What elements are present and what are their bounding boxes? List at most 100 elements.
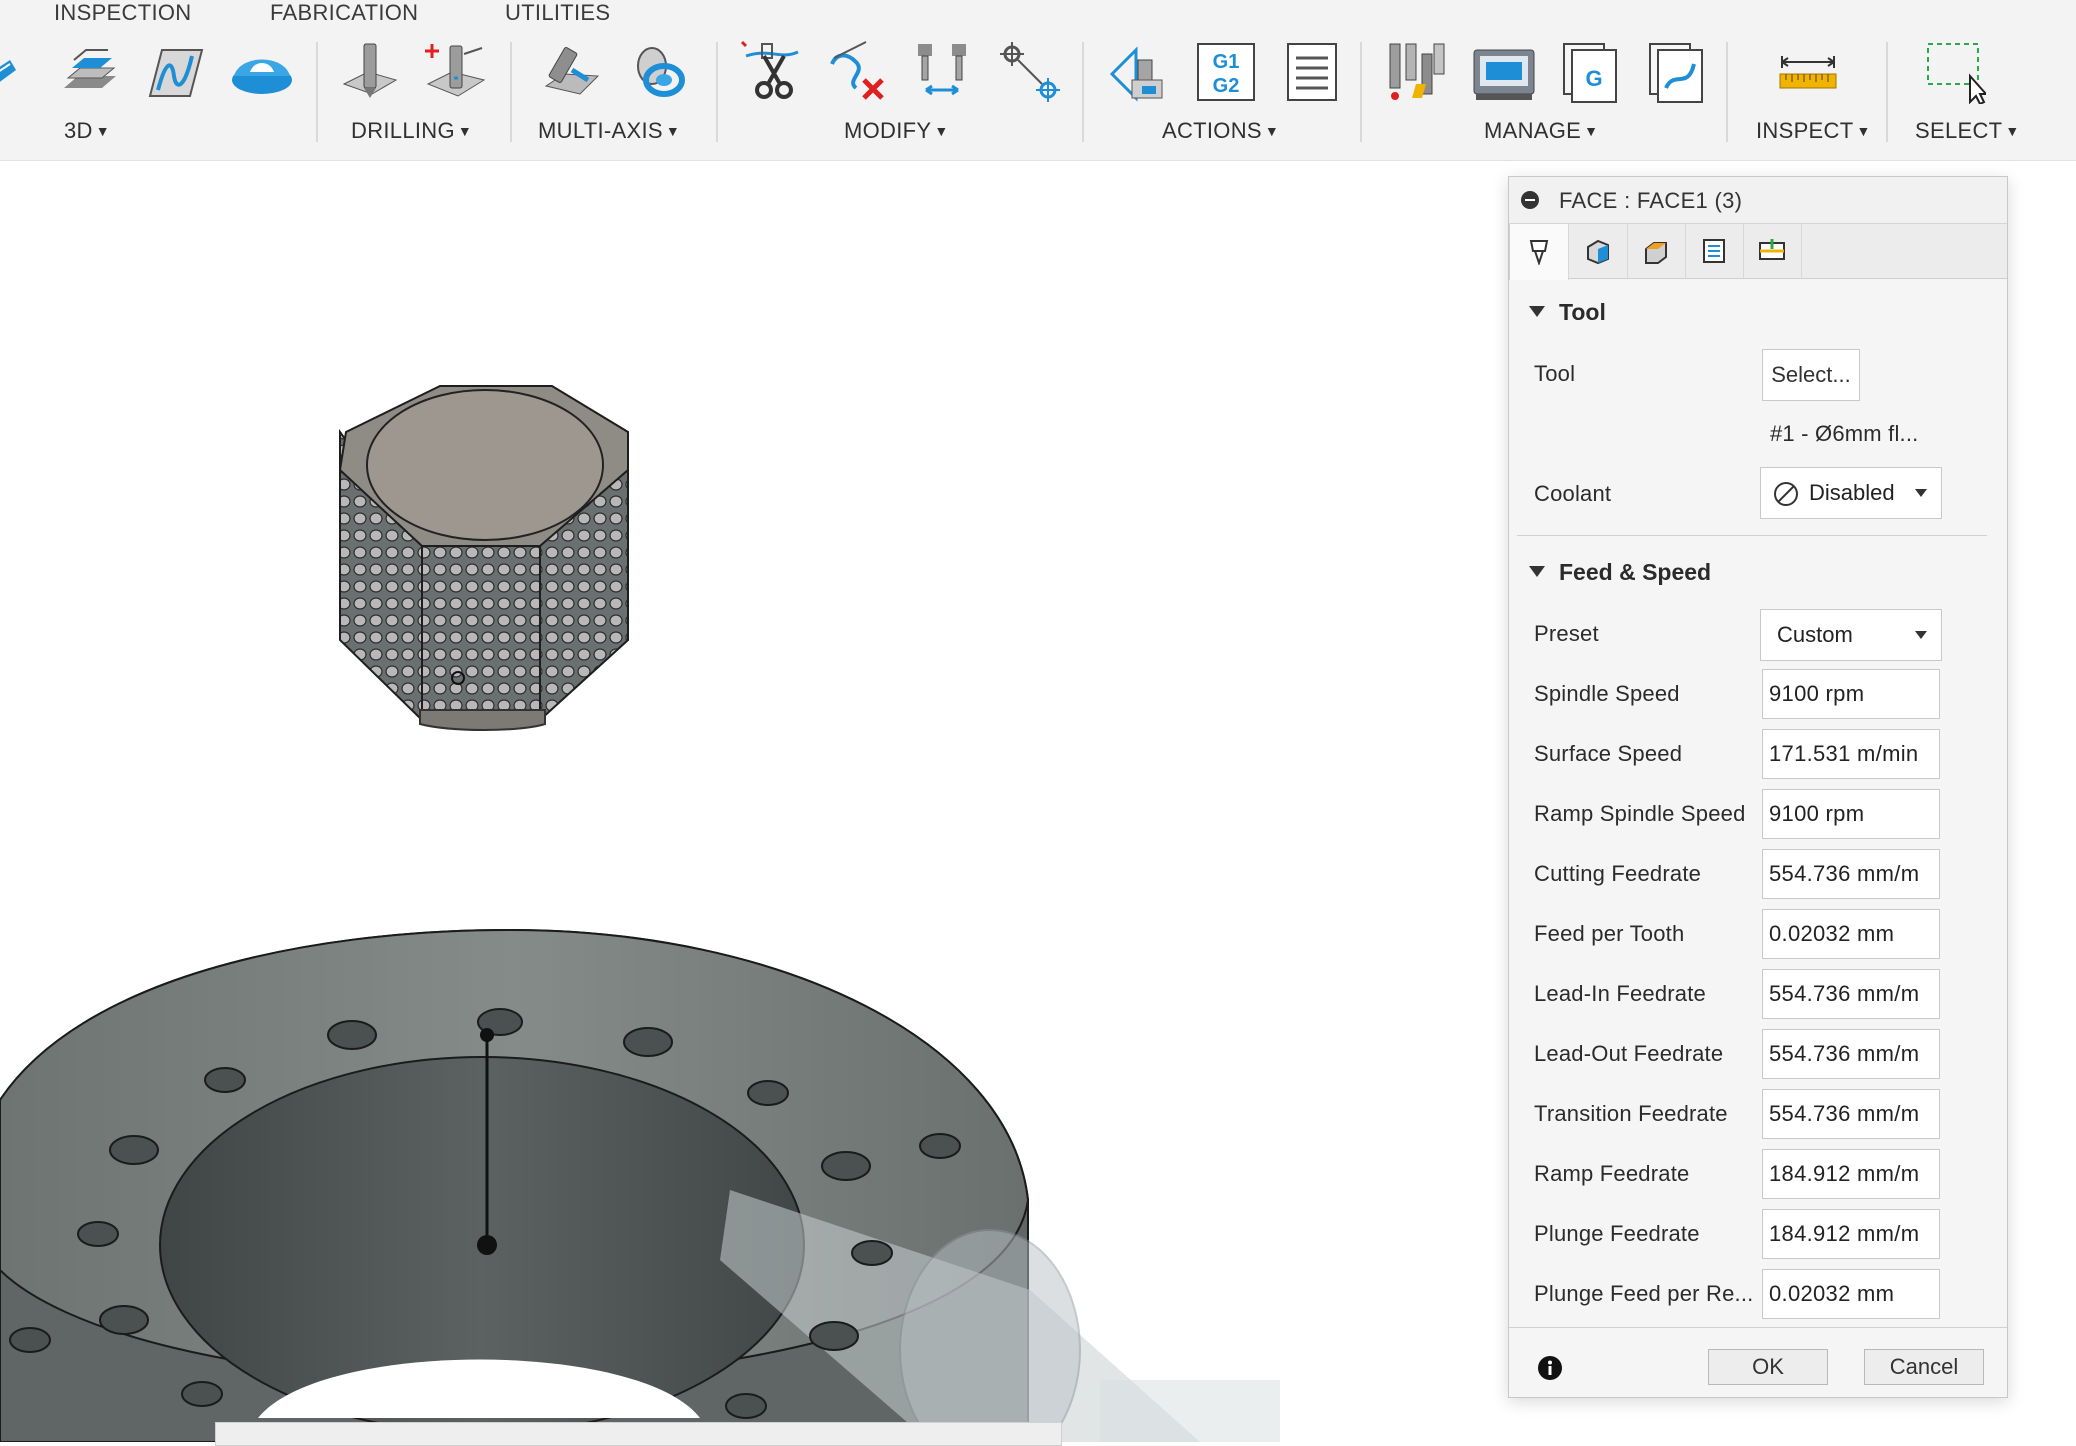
svg-text:G1: G1 — [1213, 51, 1240, 73]
separator — [1360, 42, 1362, 142]
cutting-feedrate-field[interactable]: 554.736 mm/m — [1762, 849, 1940, 899]
plunge-feedrate-field[interactable]: 184.912 mm/m — [1762, 1209, 1940, 1259]
group-inspect-menu[interactable]: INSPECT ▼ — [1756, 118, 1871, 144]
surface-speed-label: Surface Speed — [1534, 741, 1683, 766]
coolant-value: Disabled — [1809, 480, 1895, 505]
caret-down-icon: ▼ — [665, 123, 680, 139]
tab-inspection[interactable]: INSPECTION — [54, 0, 191, 26]
collapse-triangle-icon — [1529, 306, 1545, 317]
cutting-feedrate-label: Cutting Feedrate — [1534, 861, 1702, 886]
dialog-title: FACE : FACE1 (3) — [1559, 188, 1743, 213]
group-multi-axis-menu[interactable]: MULTI-AXIS ▼ — [538, 118, 680, 144]
simulate-icon[interactable] — [1108, 40, 1172, 104]
preset-label: Preset — [1534, 621, 1599, 646]
group-select-menu[interactable]: SELECT ▼ — [1915, 118, 2020, 144]
feed-per-tooth-field[interactable]: 0.02032 mm — [1762, 909, 1940, 959]
separator — [316, 42, 318, 142]
scallop-icon[interactable] — [144, 40, 208, 104]
svg-text:G: G — [1585, 66, 1602, 91]
group-multi-axis-label: MULTI-AXIS — [538, 118, 663, 143]
ok-button[interactable]: OK — [1708, 1349, 1828, 1385]
surface-speed-field[interactable]: 171.531 m/min — [1762, 729, 1940, 779]
caret-down-icon: ▼ — [2005, 123, 2020, 139]
multi-axis-drill-icon[interactable] — [538, 40, 602, 104]
disabled-icon — [1774, 482, 1798, 506]
dialog-tabs — [1509, 224, 2007, 280]
transition-feedrate-field[interactable]: 554.736 mm/m — [1762, 1089, 1940, 1139]
info-icon[interactable] — [1537, 1355, 1563, 1381]
tab-geometry[interactable] — [1569, 224, 1628, 278]
caret-down-icon: ▼ — [1584, 123, 1599, 139]
cancel-button[interactable]: Cancel — [1864, 1349, 1984, 1385]
window-select-icon[interactable] — [1922, 40, 1986, 104]
ramp-spindle-speed-field[interactable]: 9100 rpm — [1762, 789, 1940, 839]
measure-icon[interactable] — [1776, 40, 1840, 104]
transition-feedrate-label: Transition Feedrate — [1534, 1101, 1728, 1126]
post-process-icon[interactable]: G1 G2 — [1194, 40, 1258, 104]
spindle-speed-field[interactable]: 9100 rpm — [1762, 669, 1940, 719]
feed-per-tooth-label: Feed per Tooth — [1534, 921, 1685, 946]
separator — [1082, 42, 1084, 142]
preset-value: Custom — [1777, 622, 1853, 647]
swarf-icon[interactable] — [0, 40, 44, 104]
tab-linking[interactable] — [1743, 224, 1802, 278]
group-select-label: SELECT — [1915, 118, 2003, 143]
preset-dropdown[interactable]: Custom — [1760, 609, 1942, 661]
tool-section-header[interactable]: Tool — [1529, 299, 1606, 326]
tool-section-title: Tool — [1559, 299, 1606, 325]
pattern-icon[interactable] — [998, 40, 1062, 104]
coolant-label: Coolant — [1534, 481, 1612, 506]
trim-toolpath-icon[interactable] — [740, 40, 804, 104]
tab-fabrication[interactable]: FABRICATION — [270, 0, 418, 26]
machine-library-icon[interactable] — [1472, 40, 1536, 104]
spindle-speed-label: Spindle Speed — [1534, 681, 1680, 706]
ramp-feedrate-label: Ramp Feedrate — [1534, 1161, 1690, 1186]
tab-tool[interactable] — [1509, 224, 1569, 280]
separator — [510, 42, 512, 142]
group-3d-menu[interactable]: 3D ▼ — [64, 118, 110, 144]
template-library-icon[interactable] — [1644, 40, 1708, 104]
navigation-bar[interactable] — [215, 1422, 1062, 1446]
group-manage-menu[interactable]: MANAGE ▼ — [1484, 118, 1598, 144]
group-modify-menu[interactable]: MODIFY ▼ — [844, 118, 949, 144]
radial-icon[interactable] — [230, 40, 294, 104]
select-tool-button[interactable]: Select... — [1762, 349, 1860, 401]
tool-orientation-icon[interactable] — [912, 40, 976, 104]
group-actions-label: ACTIONS — [1162, 118, 1262, 143]
rotary-icon[interactable] — [624, 40, 688, 104]
collapse-icon[interactable] — [1521, 191, 1539, 209]
tab-passes[interactable] — [1685, 224, 1744, 278]
plunge-feed-per-revolution-label: Plunge Feed per Re... — [1534, 1281, 1754, 1306]
tab-utilities[interactable]: UTILITIES — [505, 0, 610, 26]
group-drilling-menu[interactable]: DRILLING ▼ — [351, 118, 472, 144]
flange-part[interactable] — [0, 928, 1280, 1442]
face-operation-dialog: FACE : FACE1 (3) Tool Tool Select... #1 … — [1508, 176, 2008, 1398]
post-library-icon[interactable]: G — [1558, 40, 1622, 104]
chevron-down-icon — [1915, 631, 1927, 639]
group-actions-menu[interactable]: ACTIONS ▼ — [1162, 118, 1279, 144]
coolant-dropdown[interactable]: Disabled — [1760, 467, 1942, 519]
geometry-tab-icon — [1587, 239, 1609, 265]
plunge-feed-per-revolution-field[interactable]: 0.02032 mm — [1762, 1269, 1940, 1319]
dialog-header[interactable]: FACE : FACE1 (3) — [1509, 177, 2007, 224]
delete-toolpath-icon[interactable] — [826, 40, 890, 104]
ramp-feedrate-field[interactable]: 184.912 mm/m — [1762, 1149, 1940, 1199]
section-divider — [1517, 535, 1987, 536]
ramp-spindle-speed-label: Ramp Spindle Speed — [1534, 801, 1746, 826]
parallel-icon[interactable] — [58, 40, 122, 104]
feed-speed-section-header[interactable]: Feed & Speed — [1529, 559, 1711, 586]
group-modify-label: MODIFY — [844, 118, 932, 143]
tool-name: #1 - Ø6mm fl... — [1770, 421, 1919, 446]
lead-out-feedrate-field[interactable]: 554.736 mm/m — [1762, 1029, 1940, 1079]
drill-icon[interactable] — [338, 40, 402, 104]
tab-heights[interactable] — [1627, 224, 1686, 278]
hole-recognition-icon[interactable] — [424, 40, 488, 104]
heights-tab-icon — [1645, 242, 1667, 264]
lead-out-feedrate-label: Lead-Out Feedrate — [1534, 1041, 1724, 1066]
knurled-part[interactable] — [338, 385, 629, 731]
tool-tab-icon — [1529, 240, 1549, 265]
lead-in-feedrate-field[interactable]: 554.736 mm/m — [1762, 969, 1940, 1019]
setup-sheet-icon[interactable] — [1280, 40, 1344, 104]
group-3d-label: 3D — [64, 118, 93, 143]
tool-library-icon[interactable] — [1386, 40, 1450, 104]
